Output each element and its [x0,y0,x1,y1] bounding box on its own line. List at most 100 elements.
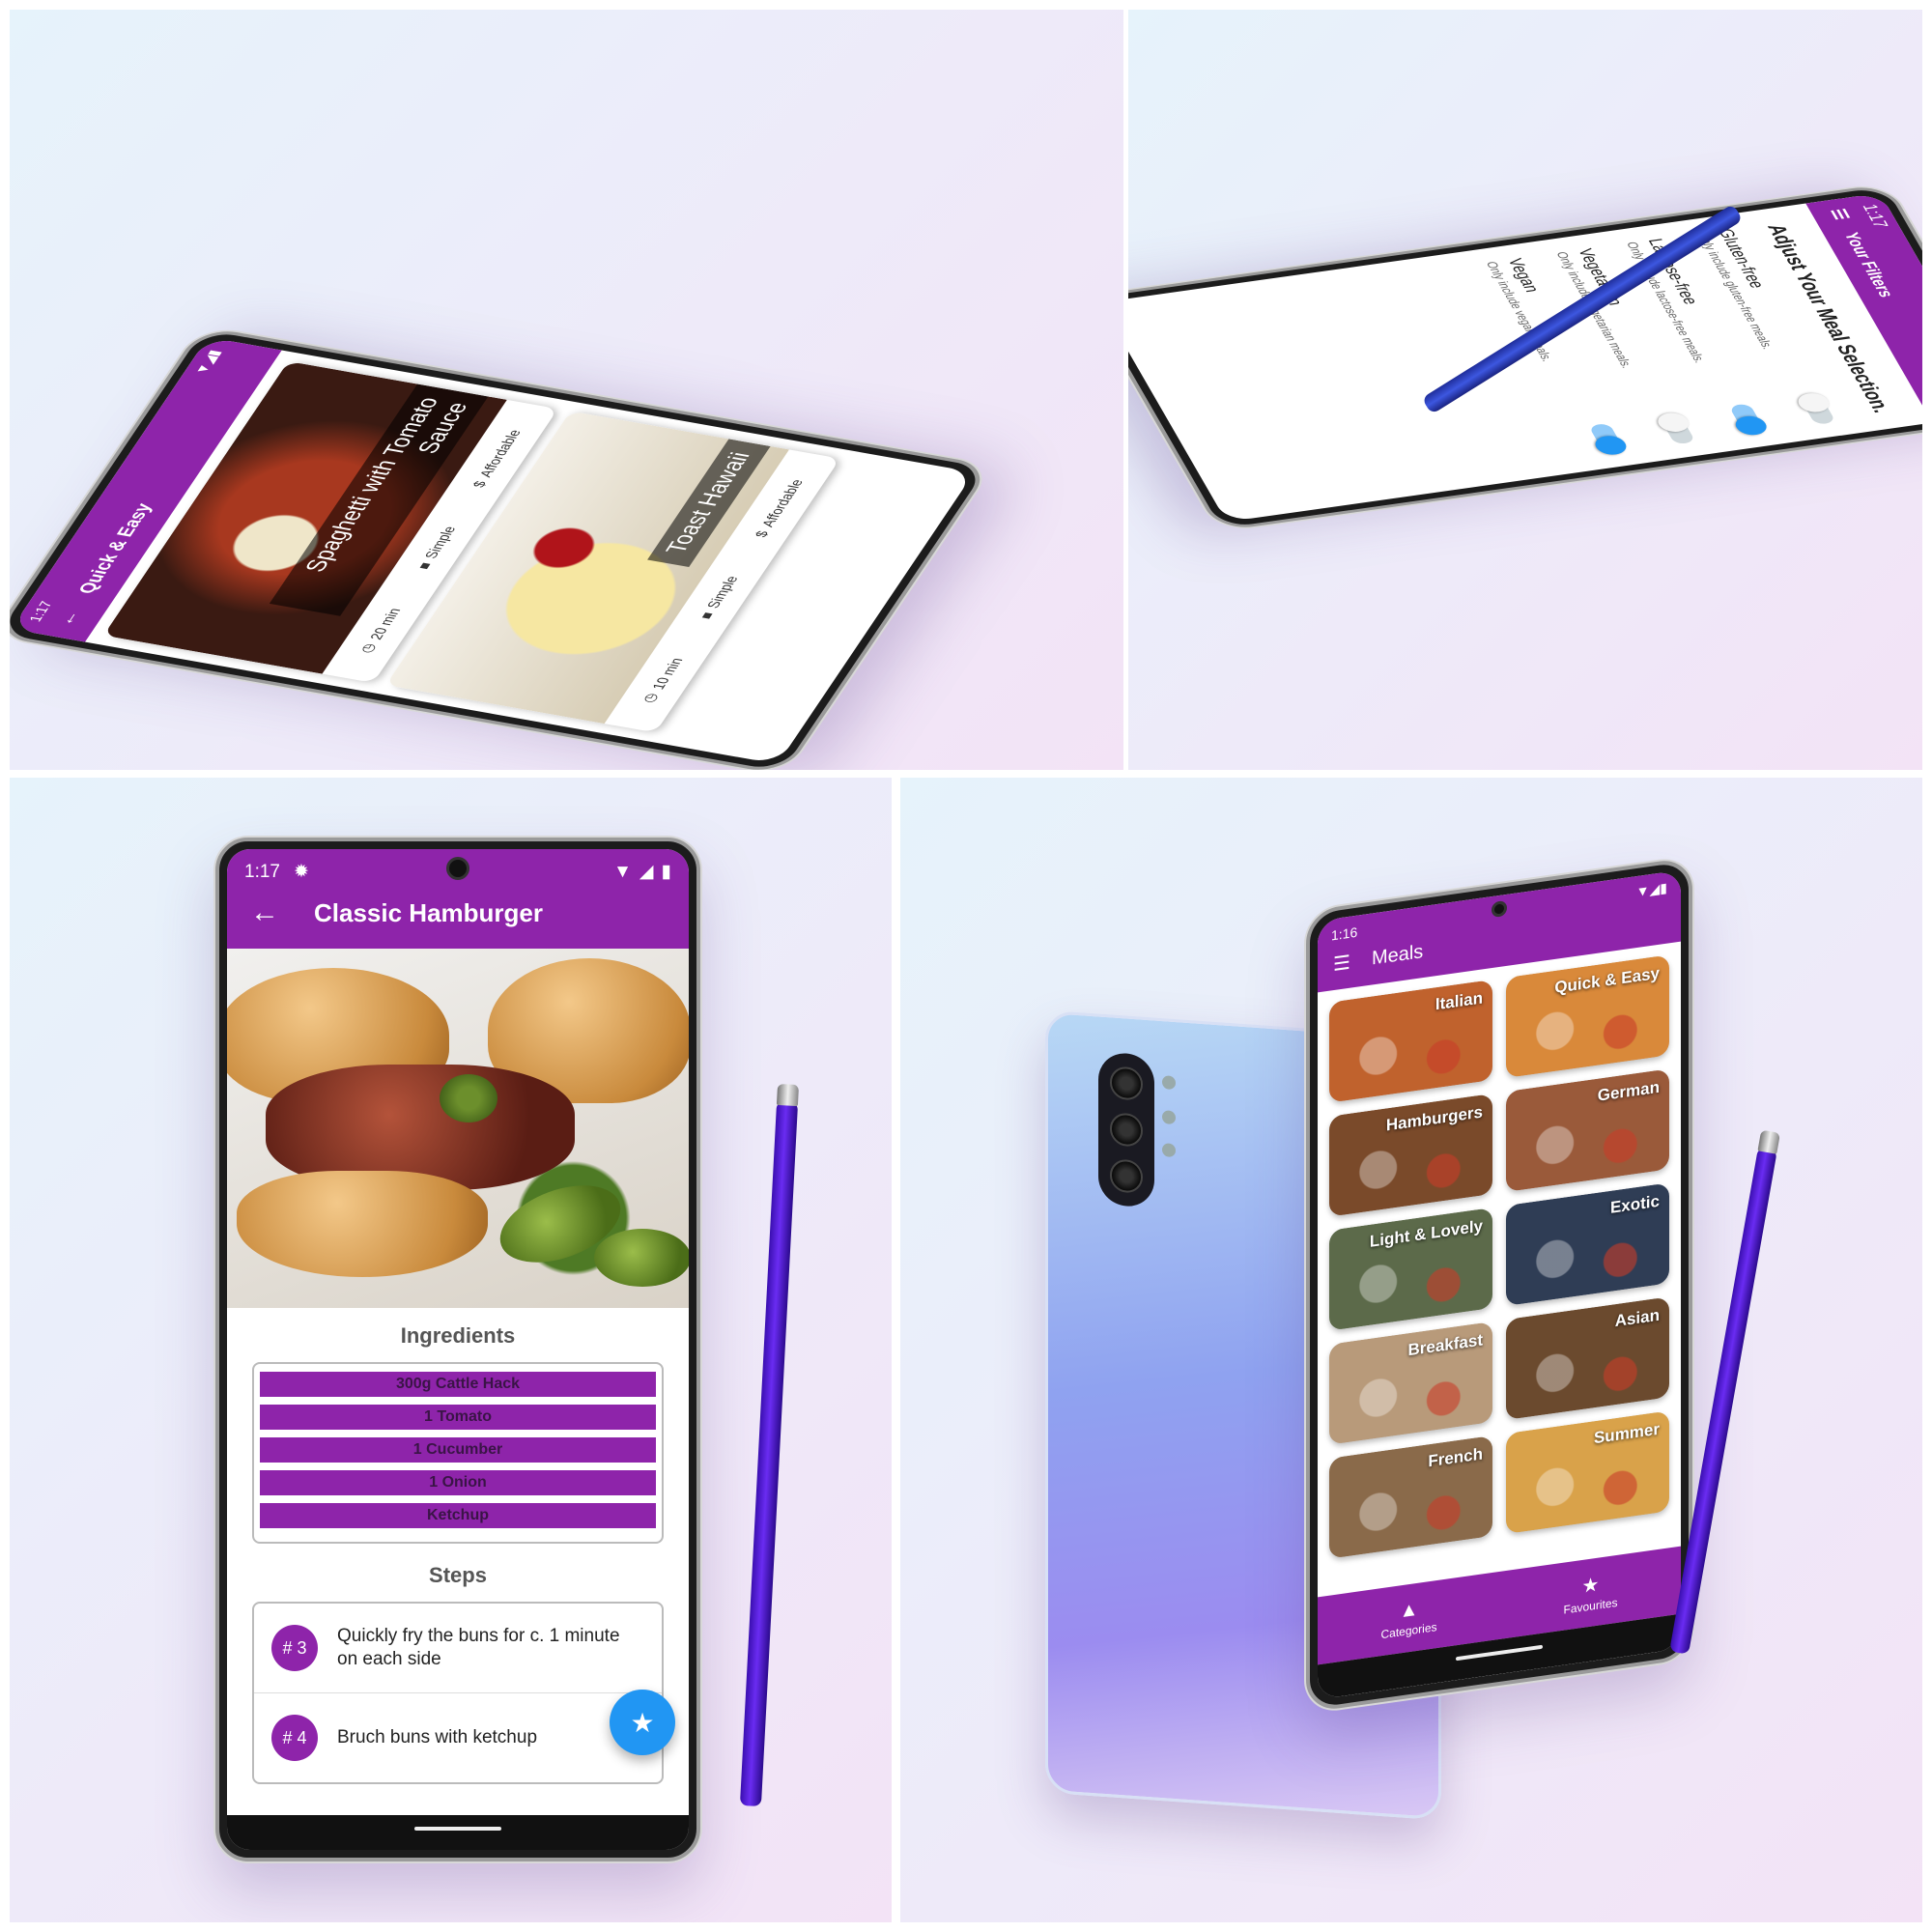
category-tile[interactable]: Exotic [1506,1182,1669,1307]
step-number: # 3 [271,1625,318,1671]
category-label: German [1597,1077,1660,1105]
phone-meals: 1:16 ▼◢▮ ☰ Meals Italian Quick & Easy Hamb… [1306,856,1692,1714]
stylus-pen [739,1083,800,1807]
category-tile[interactable]: French [1329,1435,1492,1559]
panel-filters: 1:17 ▼◢▮ ☰ Your Filters Adjust Your Meal… [1128,10,1922,770]
dollar-icon: $ [751,529,772,539]
phone-quick-easy: 1:17 ▼◢▮ ← Quick & Easy Spaghetti with T… [10,326,993,770]
app-bar: 1:17 ✹ ▼ ◢ ▮ ← Classic Hamburger [227,849,689,949]
panel-hamburger: 1:17 ✹ ▼ ◢ ▮ ← Classic Hamburger Ingredi… [10,778,892,1922]
nav-label: Categories [1380,1619,1437,1641]
switch-knob [1731,413,1772,438]
flash-icon [1162,1075,1176,1091]
briefcase-icon: ■ [412,560,435,571]
category-tile[interactable]: Hamburgers [1329,1093,1492,1217]
bun-shape [237,1171,488,1277]
category-tile[interactable]: German [1506,1068,1669,1193]
phone-screen: 1:17 ▼◢▮ ☰ Your Filters Adjust Your Meal… [1128,192,1922,523]
phone-screen: 1:16 ▼◢▮ ☰ Meals Italian Quick & Easy Hamb… [1318,869,1681,1700]
category-label: Breakfast [1407,1330,1484,1360]
category-tile[interactable]: Summer [1506,1410,1669,1535]
status-time: 1:16 [1331,923,1358,943]
ingredients-title: Ingredients [400,1323,516,1348]
meal-complexity: Simple [420,525,459,560]
status-time: 1:17 [1858,203,1892,229]
home-indicator[interactable] [1456,1644,1543,1662]
meal-duration: 20 min [365,607,404,641]
category-label: Quick & Easy [1554,963,1660,997]
front-camera [446,857,469,880]
category-label: Light & Lovely [1369,1216,1483,1251]
pen-cap [1757,1129,1780,1154]
category-tile[interactable]: Light & Lovely [1329,1207,1492,1331]
ingredients-list: 300g Cattle Hack 1 Tomato 1 Cucumber 1 Onio… [252,1362,664,1544]
pen-cap [776,1083,800,1107]
status-icons: ▼◢▮ [1635,879,1667,900]
panel-quick-easy: 1:17 ▼◢▮ ← Quick & Easy Spaghetti with T… [10,10,1123,770]
filter-switch[interactable] [1653,411,1696,445]
ingredient-item: 300g Cattle Hack [260,1372,656,1397]
star-icon: ★ [1581,1573,1600,1598]
nav-label: Favourites [1563,1595,1618,1617]
meal-image [227,949,689,1308]
ingredient-item: 1 Tomato [260,1405,656,1430]
camera-lens [1110,1065,1143,1101]
nav-item-categories[interactable]: ▲ Categories [1380,1596,1437,1641]
category-label: Exotic [1609,1191,1660,1217]
sensor-dot [1162,1143,1176,1158]
steps-list: # 3 Quickly fry the buns for c. 1 minute … [252,1602,664,1784]
filter-switch[interactable] [1794,391,1836,425]
signal-icon: ◢ [639,862,654,882]
phone-hamburger: 1:17 ✹ ▼ ◢ ▮ ← Classic Hamburger Ingredi… [215,838,700,1861]
favorite-fab[interactable]: ★ [610,1690,675,1755]
step-item: # 4 Bruch buns with ketchup [254,1693,662,1782]
filter-switch[interactable] [1728,403,1772,438]
ingredient-item: Ketchup [260,1503,656,1528]
category-tile[interactable]: Breakfast [1329,1321,1492,1445]
category-label: Asian [1614,1305,1660,1331]
nav-item-favourites[interactable]: ★ Favourites [1563,1569,1617,1616]
gear-icon: ✹ [293,862,309,882]
rear-camera-module [1098,1051,1154,1208]
phone-screen: 1:17 ▼◢▮ ← Quick & Easy Spaghetti with T… [11,337,975,764]
wifi-icon: ▼ [613,861,632,882]
filter-switch[interactable] [1588,422,1631,457]
category-tile[interactable]: Italian [1329,979,1492,1103]
switch-knob [1794,391,1833,414]
step-text: Bruch buns with ketchup [337,1727,538,1748]
ingredient-item: 1 Cucumber [260,1437,656,1463]
page-title: Meals [1371,941,1424,970]
phone-screen: 1:17 ✹ ▼ ◢ ▮ ← Classic Hamburger Ingredi… [227,849,689,1850]
home-indicator[interactable] [414,1827,501,1831]
pickle-shape [594,1229,689,1287]
dollar-icon: $ [468,479,490,489]
jalapeno-shape [440,1074,497,1122]
camera-lens [1110,1112,1143,1148]
ingredient-item: 1 Onion [260,1470,656,1495]
sensor-dot [1162,1110,1176,1125]
categories-icon: ▲ [1399,1598,1419,1623]
menu-icon[interactable]: ☰ [1333,951,1350,978]
category-label: French [1428,1444,1483,1471]
category-label: Hamburgers [1385,1102,1483,1135]
clock-icon: ◷ [638,692,662,704]
step-number: # 4 [271,1715,318,1761]
menu-icon[interactable]: ☰ [1826,208,1854,221]
category-tile[interactable]: Asian [1506,1296,1669,1421]
meal-complexity: Simple [702,575,741,610]
arrow-back-icon[interactable]: ← [250,896,279,929]
star-icon: ★ [630,1707,655,1738]
category-label: Italian [1435,988,1483,1014]
camera-lens [1110,1158,1143,1194]
step-text: Quickly fry the buns for c. 1 minute on … [337,1626,620,1669]
switch-knob [1591,434,1631,457]
meal-duration: 10 min [647,656,686,691]
category-tile[interactable]: Quick & Easy [1506,954,1669,1079]
status-time: 1:17 [244,861,280,882]
system-nav-bar [227,1815,689,1850]
page-title: Classic Hamburger [314,897,543,927]
steps-title: Steps [429,1563,487,1587]
briefcase-icon: ■ [695,611,717,620]
arrow-back-icon[interactable]: ← [53,610,85,628]
phone-filters: 1:17 ▼◢▮ ☰ Your Filters Adjust Your Meal… [1128,183,1922,532]
